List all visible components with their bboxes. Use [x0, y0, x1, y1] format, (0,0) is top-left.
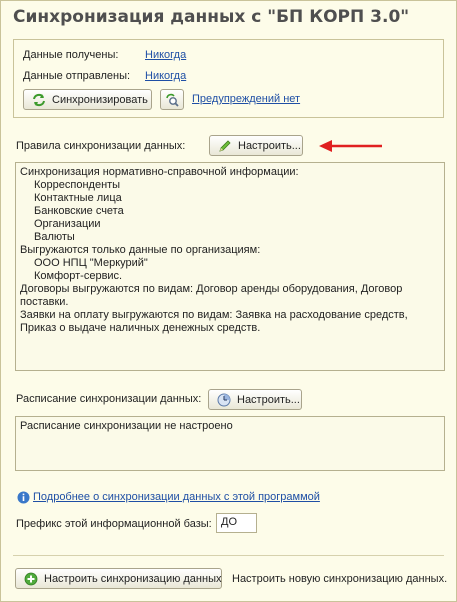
sent-label: Данные отправлены:	[23, 70, 131, 82]
rules-line: Контактные лица	[34, 192, 122, 204]
rules-line: Комфорт-сервис.	[34, 270, 123, 282]
prefix-field[interactable]: ДО	[216, 513, 257, 533]
setup-sync-button-label: Настроить синхронизацию данных	[44, 572, 222, 585]
schedule-textarea[interactable]: Расписание синхронизации не настроено	[15, 416, 445, 471]
rules-line: Выгружаются только данные по организация…	[20, 244, 261, 256]
rules-line: Корреспонденты	[34, 179, 121, 191]
rules-line: Валюты	[34, 231, 75, 243]
rules-configure-button[interactable]: Настроить...	[209, 135, 303, 156]
add-icon	[24, 572, 38, 585]
setup-sync-hint: Настроить новую синхронизацию данных.	[232, 573, 448, 585]
more-info-link[interactable]: Подробнее о синхронизации данных с этой …	[33, 491, 320, 503]
rules-line: ООО НПЦ "Меркурий"	[34, 257, 148, 269]
schedule-configure-label: Настроить...	[237, 393, 300, 406]
rules-line: Синхронизация нормативно-справочной инфо…	[20, 166, 299, 178]
synchronize-button[interactable]: Синхронизировать	[23, 89, 152, 110]
synchronize-button-label: Синхронизировать	[52, 93, 148, 106]
info-icon	[17, 491, 30, 504]
footer-divider	[13, 555, 444, 556]
sync-settings-button[interactable]	[160, 89, 184, 110]
rules-line: Договоры выгружаются по видам: Договор а…	[20, 283, 403, 295]
rules-line: поставки.	[20, 296, 69, 308]
rules-line: Банковские счета	[34, 205, 124, 217]
sync-window: Синхронизация данных с "БП КОРП 3.0" Дан…	[0, 0, 457, 602]
rules-line: Приказ о выдаче наличных денежных средст…	[20, 322, 261, 334]
rules-line: Заявки на оплату выгружаются по видам: З…	[20, 309, 408, 321]
red-arrow-icon	[319, 140, 382, 152]
rules-configure-label: Настроить...	[238, 139, 301, 152]
rules-line: Организации	[34, 218, 101, 230]
received-value-link[interactable]: Никогда	[145, 49, 186, 61]
window-title: Синхронизация данных с "БП КОРП 3.0"	[13, 7, 410, 27]
sync-search-icon	[166, 93, 179, 107]
schedule-text: Расписание синхронизации не настроено	[20, 420, 233, 432]
pencil-icon	[219, 139, 231, 152]
prefix-label: Префикс этой информационной базы:	[16, 518, 212, 530]
sync-arrows-icon	[33, 93, 45, 106]
schedule-configure-button[interactable]: Настроить...	[208, 389, 302, 410]
sent-value-link[interactable]: Никогда	[145, 70, 186, 82]
setup-sync-button[interactable]: Настроить синхронизацию данных	[15, 568, 222, 589]
prefix-value: ДО	[221, 516, 238, 528]
sync-status-group: Данные получены: Никогда Данные отправле…	[13, 39, 444, 118]
received-label: Данные получены:	[23, 49, 119, 61]
rules-textarea[interactable]: Синхронизация нормативно-справочной инфо…	[15, 162, 445, 371]
warnings-link[interactable]: Предупреждений нет	[192, 93, 300, 105]
rules-label: Правила синхронизации данных:	[16, 140, 186, 152]
clock-icon	[217, 393, 231, 406]
schedule-label: Расписание синхронизации данных:	[16, 393, 202, 405]
